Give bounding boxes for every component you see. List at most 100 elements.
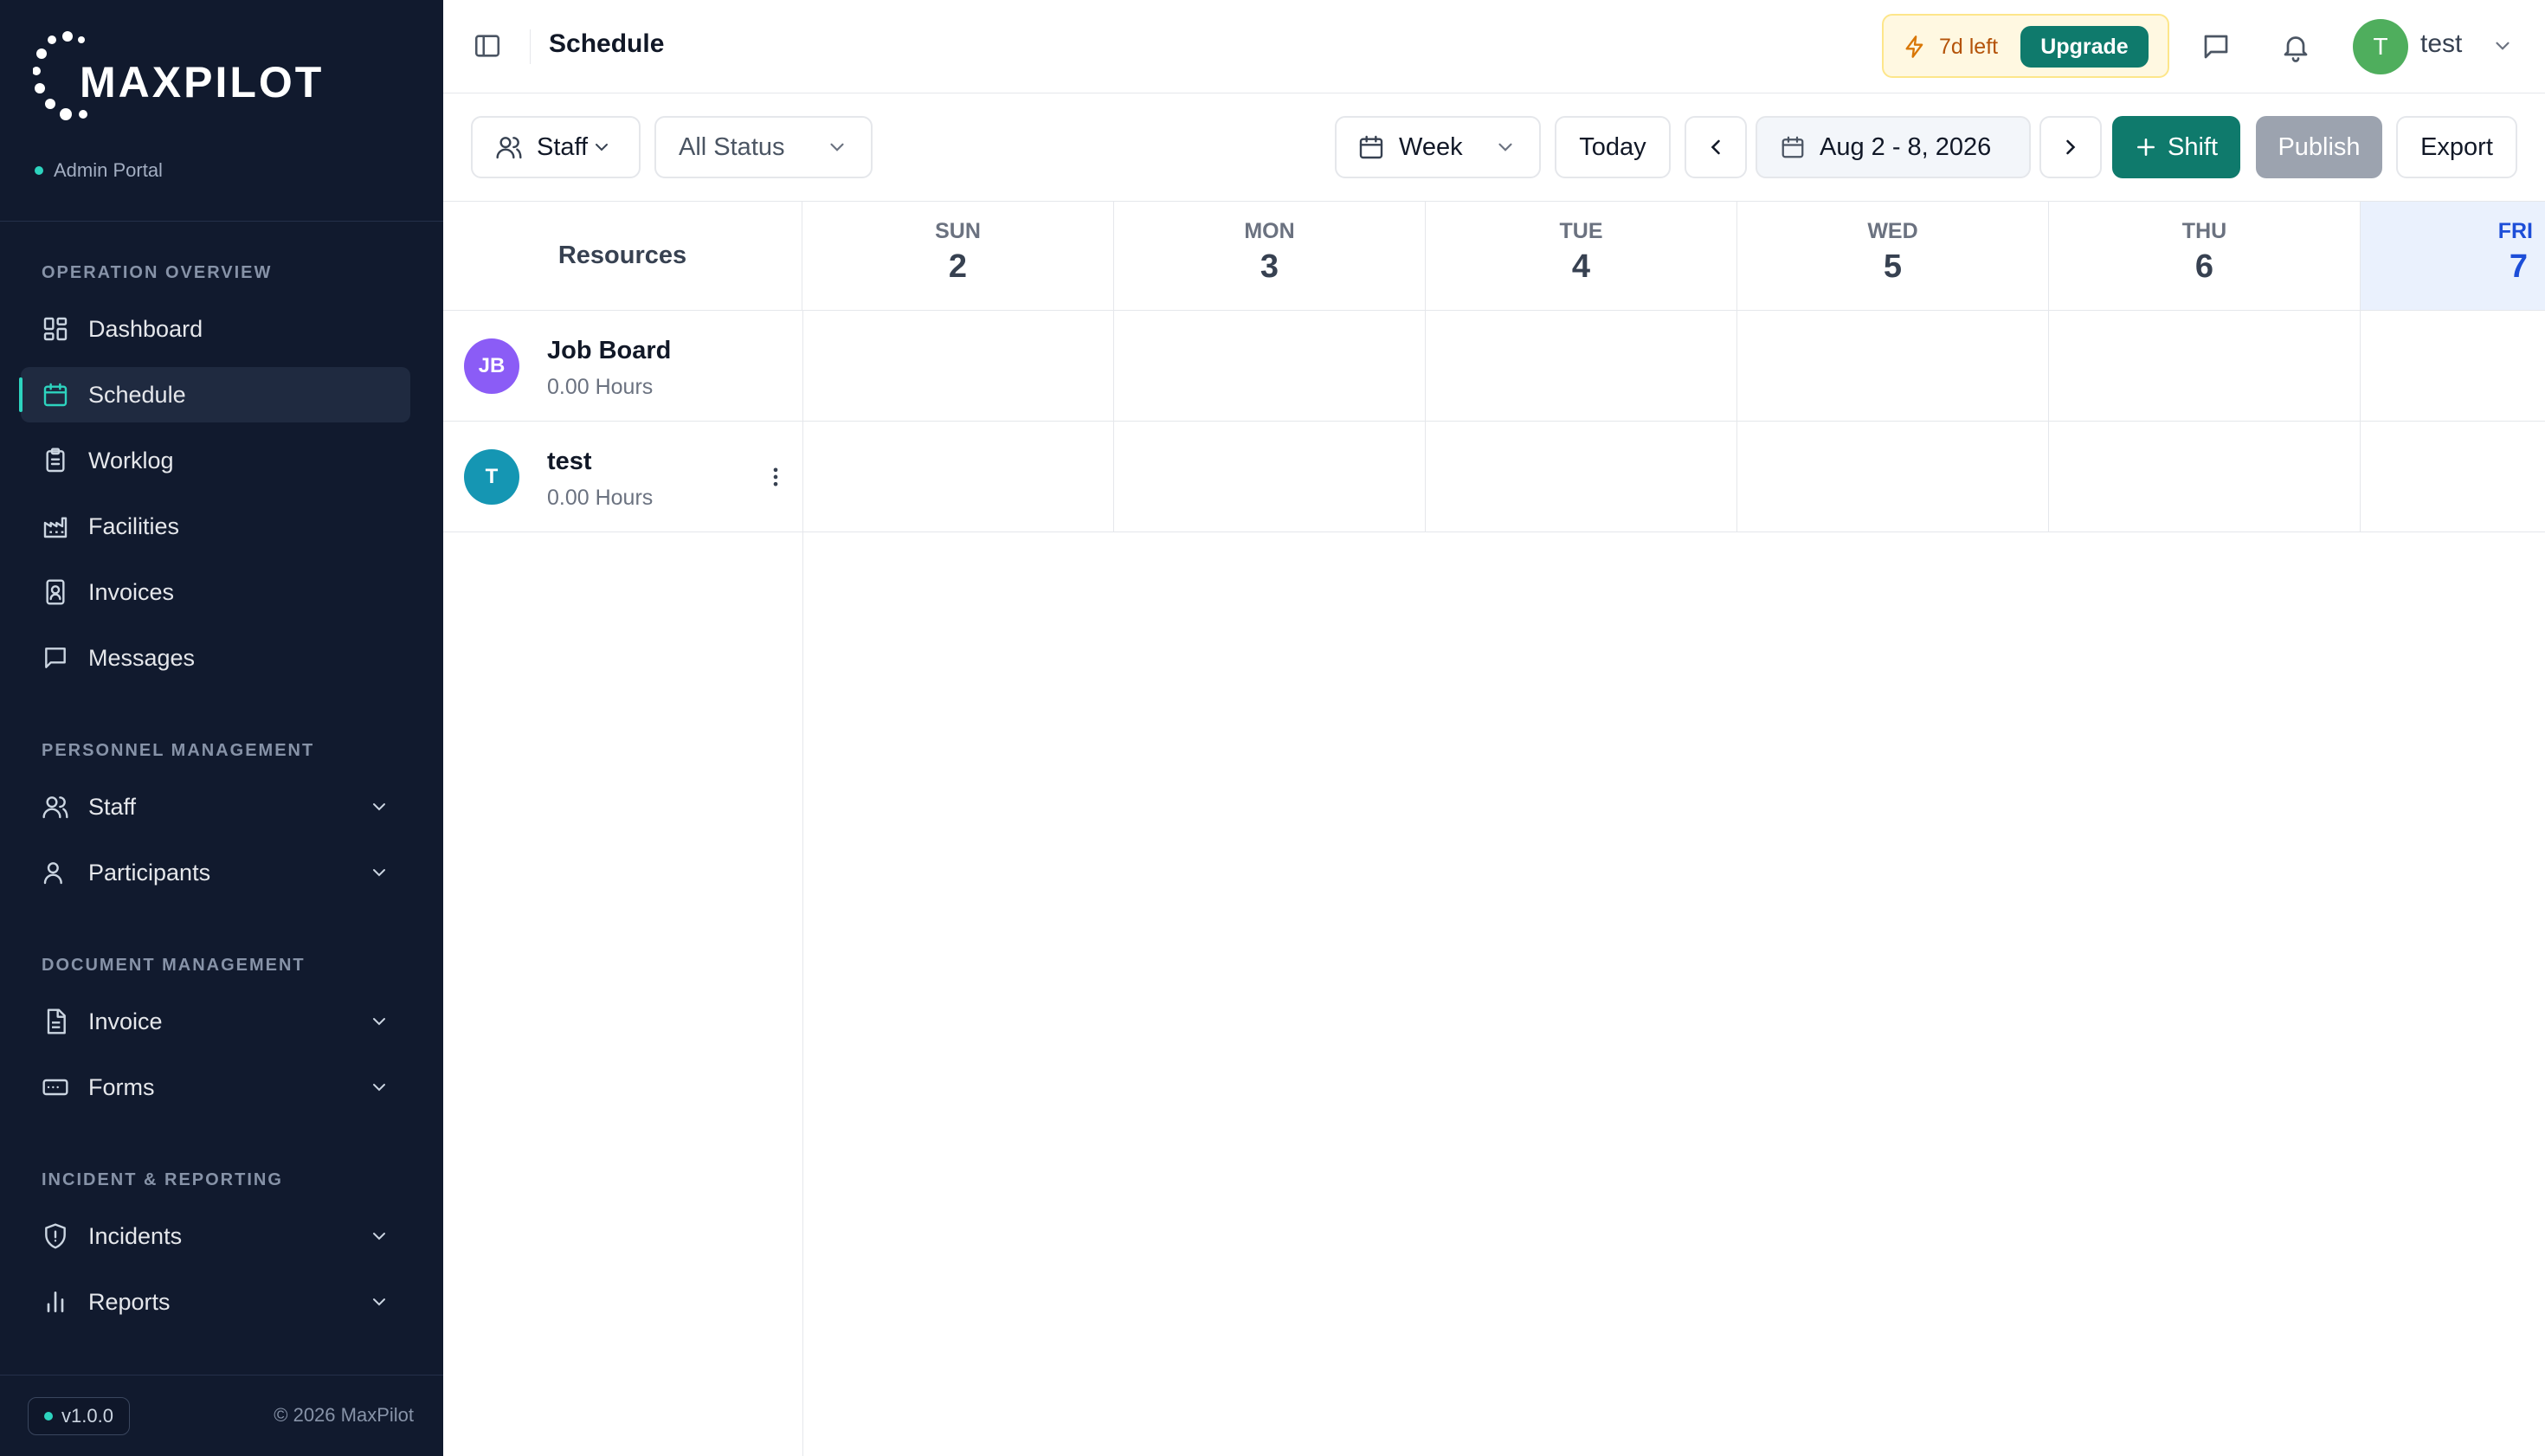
chevron-right-icon: [2066, 139, 2076, 155]
resource-filter-dropdown[interactable]: Staff: [471, 116, 641, 178]
section-document-management: DOCUMENT MANAGEMENT: [42, 956, 306, 975]
resource-hours: 0.00 Hours: [547, 486, 654, 510]
chevron-down-icon: [596, 144, 609, 151]
day-header-tue[interactable]: TUE 4: [1426, 202, 1737, 311]
sidebar: MAXPILOT Admin Portal OPERATION OVERVIEW…: [0, 0, 443, 1456]
lightning-icon: [1905, 35, 1923, 58]
sidebar-item-schedule[interactable]: Schedule: [19, 367, 410, 422]
schedule-cell[interactable]: [1426, 311, 1737, 421]
today-button[interactable]: Today: [1555, 116, 1671, 178]
schedule-cell[interactable]: [2049, 422, 2361, 532]
day-header-thu[interactable]: THU 6: [2049, 202, 2361, 311]
sidebar-item-reports[interactable]: Reports: [21, 1274, 410, 1330]
day-header-mon[interactable]: MON 3: [1114, 202, 1426, 311]
resource-name: Job Board: [547, 337, 672, 364]
plus-icon: [2137, 139, 2155, 156]
resource-filter-value: Staff: [537, 132, 589, 161]
sidebar-item-invoice[interactable]: Invoice: [21, 994, 410, 1049]
chat-icon[interactable]: [2200, 31, 2232, 62]
factory-icon: [43, 517, 68, 538]
resource-column-divider: [802, 311, 803, 1456]
user-icon: [43, 862, 62, 885]
export-button[interactable]: Export: [2396, 116, 2517, 178]
next-week-button[interactable]: [2039, 116, 2102, 178]
resources-header: Resources: [443, 202, 802, 311]
sidebar-item-participants[interactable]: Participants: [21, 845, 410, 900]
publish-label: Publish: [2278, 132, 2361, 161]
day-name: WED: [1867, 219, 1918, 243]
trial-days-left: 7d left: [1939, 35, 1999, 59]
export-label: Export: [2420, 132, 2493, 161]
schedule-cell[interactable]: [802, 422, 1114, 532]
sidebar-item-staff[interactable]: Staff: [21, 779, 410, 834]
sidebar-item-facilities[interactable]: Facilities: [21, 499, 410, 554]
view-mode-dropdown[interactable]: Week: [1335, 116, 1541, 178]
section-operation-overview: OPERATION OVERVIEW: [42, 263, 273, 282]
schedule-cell[interactable]: [1114, 311, 1426, 421]
contact-card-icon: [46, 579, 65, 605]
schedule-cell[interactable]: [2049, 311, 2361, 421]
user-name[interactable]: test: [2420, 29, 2462, 59]
day-name: FRI: [2497, 219, 2533, 243]
sidebar-item-label: Forms: [88, 1073, 155, 1100]
schedule-cell[interactable]: [1737, 422, 2049, 532]
schedule-calendar: Resources SUN 2 MON 3 TUE 4 WED 5 THU 6 …: [443, 201, 2545, 1456]
sidebar-item-label: Invoices: [88, 578, 175, 605]
day-header-wed[interactable]: WED 5: [1737, 202, 2049, 311]
calendar-icon: [1782, 136, 1804, 158]
schedule-cell[interactable]: [1426, 422, 1737, 532]
resource-name: test: [547, 448, 592, 475]
form-input-icon: [42, 1079, 68, 1096]
day-header-sun[interactable]: SUN 2: [802, 202, 1114, 311]
resource-row-test: T test 0.00 Hours: [443, 422, 2545, 532]
schedule-cell[interactable]: [2361, 422, 2545, 532]
version-badge: v1.0.0: [28, 1397, 130, 1435]
add-shift-label: Shift: [2167, 132, 2219, 161]
day-header-fri[interactable]: FRI 7: [2361, 202, 2545, 311]
upgrade-button[interactable]: Upgrade: [2020, 26, 2149, 68]
schedule-cell[interactable]: [2361, 311, 2545, 421]
section-personnel-management: PERSONNEL MANAGEMENT: [42, 741, 315, 760]
resource-avatar: JB: [464, 338, 519, 394]
chevron-down-icon: [373, 803, 385, 811]
add-shift-button[interactable]: Shift: [2112, 116, 2240, 178]
sidebar-item-dashboard[interactable]: Dashboard: [21, 301, 410, 357]
sidebar-item-label: Staff: [88, 793, 137, 820]
trial-banner: 7d left Upgrade: [1882, 14, 2169, 78]
sidebar-item-label: Worklog: [88, 447, 174, 474]
sidebar-item-invoices[interactable]: Invoices: [21, 564, 410, 620]
sidebar-item-messages[interactable]: Messages: [21, 630, 410, 686]
sidebar-item-worklog[interactable]: Worklog: [21, 433, 410, 488]
date-range-value: Aug 2 - 8, 2026: [1820, 132, 1992, 161]
prev-week-button[interactable]: [1685, 116, 1747, 178]
resource-avatar: T: [464, 449, 519, 505]
schedule-cell[interactable]: [802, 311, 1114, 421]
sidebar-toggle-icon[interactable]: [473, 31, 502, 61]
status-filter-dropdown[interactable]: All Status: [654, 116, 873, 178]
schedule-cell[interactable]: [1737, 311, 2049, 421]
schedule-toolbar: Staff All Status Week Today Aug 2 - 8, 2…: [443, 93, 2545, 201]
chevron-down-icon: [830, 143, 844, 151]
brand-name: MAXPILOT: [80, 58, 325, 106]
sidebar-item-incidents[interactable]: Incidents: [21, 1208, 410, 1264]
bar-chart-icon: [47, 1292, 64, 1312]
sidebar-item-forms[interactable]: Forms: [21, 1060, 410, 1115]
calendar-icon: [1359, 135, 1383, 159]
bell-icon[interactable]: [2280, 31, 2311, 62]
publish-button[interactable]: Publish: [2256, 116, 2382, 178]
schedule-cell[interactable]: [1114, 422, 1426, 532]
sidebar-item-label: Messages: [88, 644, 196, 671]
date-range-picker[interactable]: Aug 2 - 8, 2026: [1756, 116, 2031, 178]
user-avatar[interactable]: T: [2353, 19, 2408, 74]
clipboard-icon: [46, 448, 65, 473]
status-filter-value: All Status: [679, 132, 785, 161]
portal-label: Admin Portal: [35, 159, 163, 182]
chevron-down-icon[interactable]: [2491, 35, 2514, 57]
users-icon: [496, 137, 522, 159]
more-vertical-icon[interactable]: [764, 465, 788, 489]
file-text-icon: [47, 1008, 66, 1034]
header-separator: [530, 29, 531, 64]
chevron-down-icon: [373, 1298, 385, 1306]
status-dot-icon: [35, 166, 43, 175]
day-number: 2: [948, 248, 968, 285]
